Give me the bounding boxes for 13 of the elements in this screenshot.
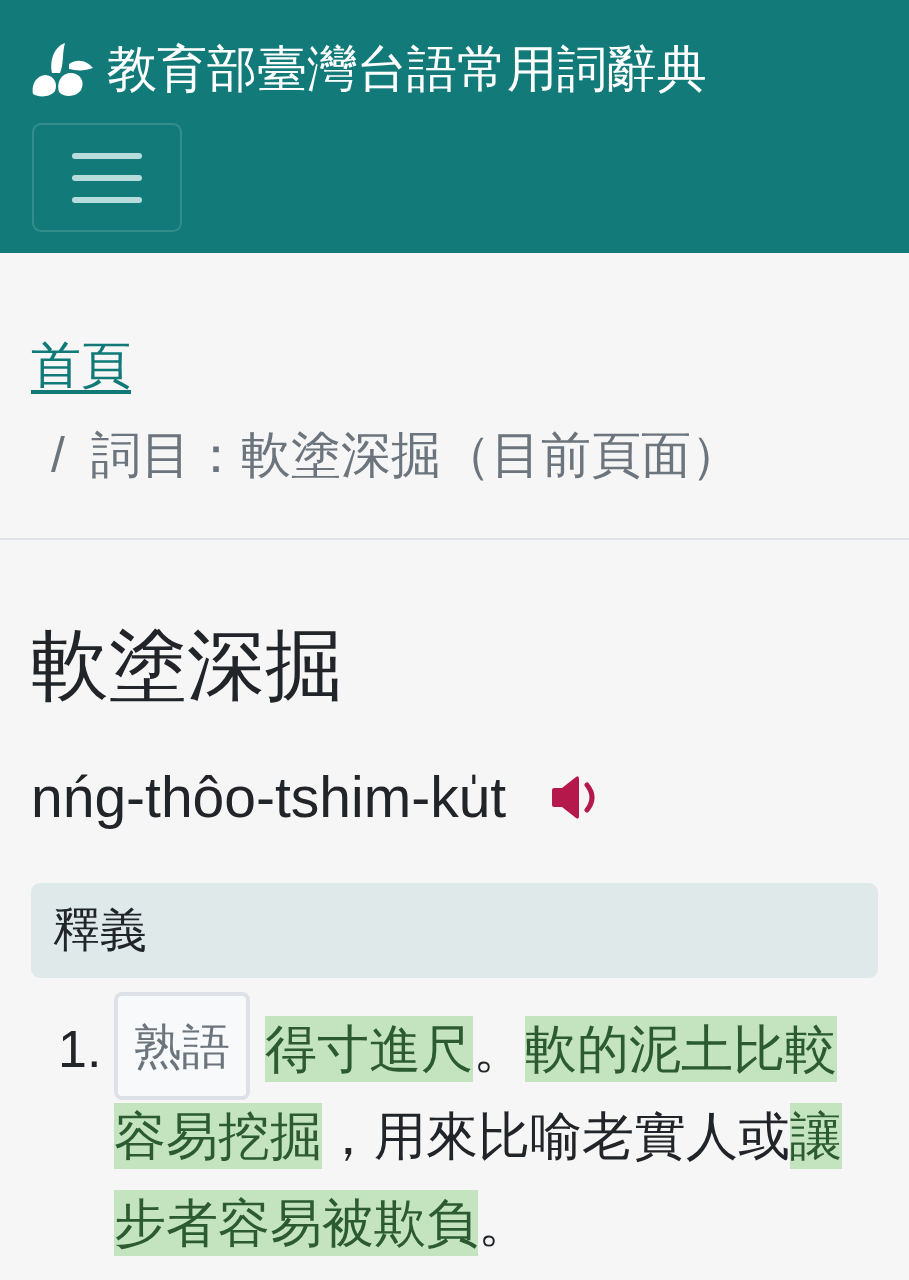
site-title[interactable]: 教育部臺灣台語常用詞辭典 xyxy=(107,32,707,107)
breadcrumb-separator: / xyxy=(51,426,65,485)
romanization-text: nńg-thôo-tshim-ku̍t xyxy=(31,764,507,831)
list-number: 1. xyxy=(58,1019,103,1080)
section-heading: 釋義 xyxy=(31,883,878,978)
speaker-icon[interactable] xyxy=(552,775,598,819)
menu-button[interactable] xyxy=(32,123,182,232)
menu-icon xyxy=(72,152,142,203)
flower-icon xyxy=(31,41,93,98)
category-tag: 熟語 xyxy=(114,992,250,1100)
breadcrumb-link[interactable]: 首頁 xyxy=(31,320,131,410)
breadcrumb-current: 詞目：軟塗深掘（目前頁面） xyxy=(90,426,741,485)
entry-title: 軟塗深掘 xyxy=(31,620,343,711)
